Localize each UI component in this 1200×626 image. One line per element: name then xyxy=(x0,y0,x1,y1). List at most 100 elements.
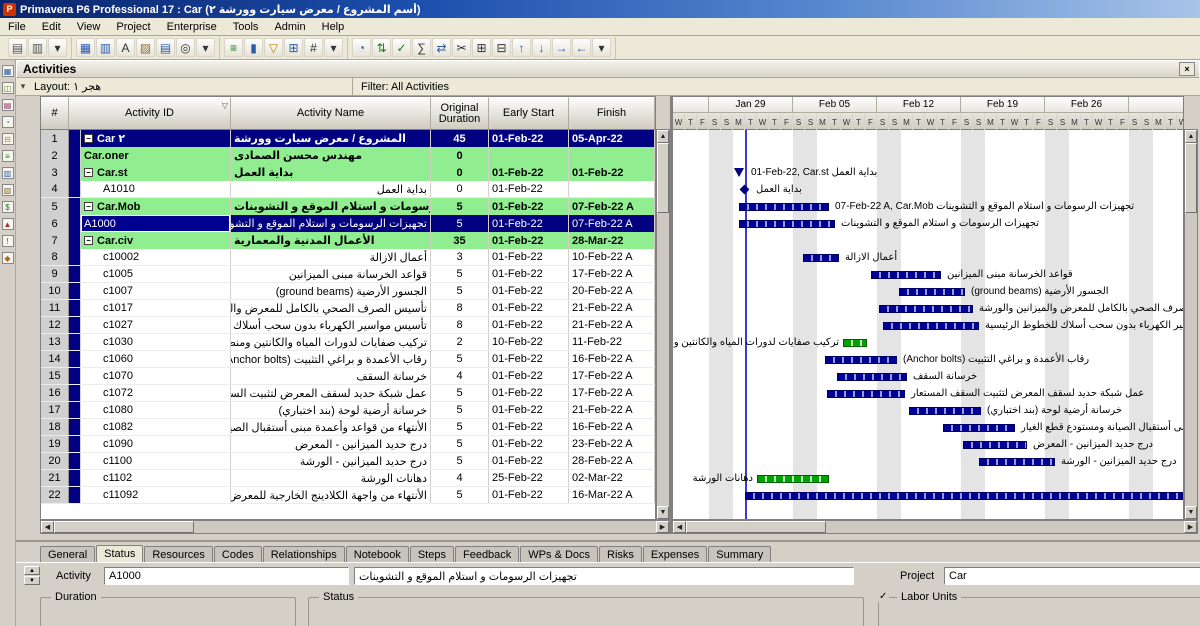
table-row-21[interactable]: 21c1102دهانات الورشة425-Feb-2202-Mar-22 xyxy=(41,470,655,487)
table-vertical-scrollbar[interactable]: ▲ ▼ xyxy=(656,129,670,520)
early-start-cell[interactable]: 01-Feb-22 xyxy=(489,402,569,418)
original-duration-cell[interactable]: 5 xyxy=(431,351,489,367)
column-header-col-finish[interactable]: Finish xyxy=(569,97,655,129)
record-spinner[interactable]: ▲ ▼ xyxy=(24,566,40,585)
collapse-icon[interactable]: − xyxy=(84,134,93,143)
activity-name-cell[interactable]: عمل شبكة حديد لسقف المعرض لتثبيت السقف ا… xyxy=(231,385,431,401)
table-row-8[interactable]: 8c10002أعمال الازالة301-Feb-2210-Feb-22 … xyxy=(41,249,655,266)
early-start-cell[interactable]: 01-Feb-22 xyxy=(489,283,569,299)
original-duration-cell[interactable]: 5 xyxy=(431,453,489,469)
table-vscroll-thumb[interactable] xyxy=(657,143,669,213)
original-duration-cell[interactable]: 5 xyxy=(431,436,489,452)
tab-general[interactable]: General xyxy=(40,546,95,562)
table-row-5[interactable]: 5 −Car.Mobتجهيزات الرسومات و استلام الموق… xyxy=(41,198,655,215)
activity-name-cell[interactable]: تجهيزات الرسومات و استلام الموقع و التشو… xyxy=(231,198,431,215)
table-layout-icon[interactable]: ▦ xyxy=(76,38,95,57)
activity-id-cell[interactable]: Car.oner xyxy=(81,147,231,164)
table-row-22[interactable]: 22c11092الأنتهاء من واجهة الكلادينج الخا… xyxy=(41,487,655,504)
chevron-down-icon[interactable]: ▾ xyxy=(16,81,30,92)
finish-cell[interactable]: 07-Feb-22 A xyxy=(569,198,655,215)
activity-id-cell[interactable]: c10002 xyxy=(81,249,231,265)
activity-name-cell[interactable]: بداية العمل xyxy=(231,164,431,181)
original-duration-cell[interactable]: 3 xyxy=(431,249,489,265)
tab-relationships[interactable]: Relationships xyxy=(263,546,345,562)
finish-cell[interactable]: 11-Feb-22 xyxy=(569,334,655,350)
gantt-bar[interactable] xyxy=(871,271,941,279)
gantt-bar[interactable] xyxy=(757,475,829,483)
fill-color-icon[interactable]: ▨ xyxy=(136,38,155,57)
activity-id-field[interactable] xyxy=(104,567,349,585)
table-row-13[interactable]: 13c1030تركيب صفايات لدورات المياه والكان… xyxy=(41,334,655,351)
sidebar-issues-icon[interactable]: ! xyxy=(2,235,14,247)
table-row-18[interactable]: 18c1082الأنتهاء من قواعد وأعمدة مبنى أست… xyxy=(41,419,655,436)
tab-codes[interactable]: Codes xyxy=(214,546,262,562)
table-row-15[interactable]: 15c1070خرسانة السقف401-Feb-2217-Feb-22 A xyxy=(41,368,655,385)
gantt-hscroll-thumb[interactable] xyxy=(686,521,826,533)
original-duration-cell[interactable]: 5 xyxy=(431,419,489,435)
column-header-col-early-start[interactable]: Early Start xyxy=(489,97,569,129)
gantt-bar[interactable] xyxy=(739,220,835,228)
scroll-left-icon[interactable]: ◀ xyxy=(673,521,686,533)
early-start-cell[interactable]: 01-Feb-22 xyxy=(489,300,569,316)
gantt-bar[interactable] xyxy=(879,305,973,313)
original-duration-cell[interactable]: 5 xyxy=(431,266,489,282)
activity-id-cell[interactable]: c1070 xyxy=(81,368,231,384)
activity-name-cell[interactable]: الأنتهاء من واجهة الكلادينج الخارجية للم… xyxy=(231,487,431,503)
activity-name-field[interactable] xyxy=(354,567,854,585)
gantt-bar[interactable] xyxy=(739,203,829,211)
tab-wps-docs[interactable]: WPs & Docs xyxy=(520,546,598,562)
table-hscroll-thumb[interactable] xyxy=(54,521,194,533)
bars-icon[interactable]: ≡ xyxy=(224,38,243,57)
early-start-cell[interactable]: 01-Feb-22 xyxy=(489,266,569,282)
activity-name-cell[interactable]: رقاب الأعمدة و براغي التثبيت (Anchor bol… xyxy=(231,351,431,367)
scroll-down-icon[interactable]: ▼ xyxy=(657,506,669,519)
finish-cell[interactable]: 20-Feb-22 A xyxy=(569,283,655,299)
activity-id-cell[interactable]: c1017 xyxy=(81,300,231,316)
gantt-timescale-header[interactable]: Jan 29Feb 05Feb 12Feb 19Feb 26WTFSSMTWTF… xyxy=(673,97,1183,130)
table-row-11[interactable]: 11c1017تأسيس الصرف الصحي بالكامل للمعرض … xyxy=(41,300,655,317)
early-start-cell[interactable]: 01-Feb-22 xyxy=(489,436,569,452)
milestone-diamond-icon[interactable] xyxy=(740,185,750,195)
original-duration-cell[interactable]: 5 xyxy=(431,283,489,299)
activity-name-cell[interactable]: الأنتهاء من قواعد وأعمدة مبنى أستقبال ال… xyxy=(231,419,431,435)
group-sort-icon[interactable]: ⊞ xyxy=(284,38,303,57)
paste-icon[interactable]: ⊟ xyxy=(492,38,511,57)
activity-name-cell[interactable]: قواعد الخرسانة مبنى الميزانين xyxy=(231,266,431,282)
menu-item-file[interactable]: File xyxy=(0,19,34,35)
activity-name-cell[interactable]: بداية العمل xyxy=(231,181,431,197)
activity-name-cell[interactable]: درج حديد الميزانين - الورشة xyxy=(231,453,431,469)
project-field[interactable] xyxy=(944,567,1200,585)
activity-id-cell[interactable]: −Car.Mob xyxy=(81,198,231,215)
original-duration-cell[interactable]: 5 xyxy=(431,385,489,401)
activity-id-cell[interactable]: c1007 xyxy=(81,283,231,299)
original-duration-cell[interactable]: 8 xyxy=(431,317,489,333)
activity-name-cell[interactable]: خرسانة أرضية لوحة (بند اختباري) xyxy=(231,402,431,418)
activity-name-cell[interactable]: خرسانة السقف xyxy=(231,368,431,384)
early-start-cell[interactable]: 25-Feb-22 xyxy=(489,470,569,486)
collapse-icon[interactable]: − xyxy=(84,168,93,177)
scroll-down-icon[interactable]: ▼ xyxy=(1185,506,1197,519)
tab-notebook[interactable]: Notebook xyxy=(346,546,409,562)
early-start-cell[interactable]: 01-Feb-22 xyxy=(489,249,569,265)
original-duration-cell[interactable]: 5 xyxy=(431,198,489,215)
menu-item-enterprise[interactable]: Enterprise xyxy=(159,19,225,35)
original-duration-cell[interactable]: 5 xyxy=(431,215,489,232)
column-header-col-number[interactable]: # xyxy=(41,97,69,129)
table-row-1[interactable]: 1−Car ٢المشروع / معرض سيارت وورشة4501-Fe… xyxy=(41,130,655,147)
tab-resources[interactable]: Resources xyxy=(144,546,213,562)
outdent-icon[interactable]: ← xyxy=(572,38,591,57)
early-start-cell[interactable]: 01-Feb-22 xyxy=(489,317,569,333)
gantt-bar[interactable] xyxy=(837,373,907,381)
activity-name-cell[interactable]: تأسيس الصرف الصحي بالكامل للمعرض والميزا… xyxy=(231,300,431,316)
gantt-bar[interactable] xyxy=(883,322,979,330)
table-row-19[interactable]: 19c1090درج حديد الميزانين - المعرض501-Fe… xyxy=(41,436,655,453)
tab-feedback[interactable]: Feedback xyxy=(455,546,519,562)
table-row-6[interactable]: 6A1000تجهيزات الرسومات و استلام الموقع و… xyxy=(41,215,655,232)
menu-item-edit[interactable]: Edit xyxy=(34,19,69,35)
sidebar-tracking-icon[interactable]: ◔ xyxy=(2,116,14,128)
scroll-left-icon[interactable]: ◀ xyxy=(41,521,54,533)
original-duration-cell[interactable]: 4 xyxy=(431,470,489,486)
original-duration-cell[interactable]: 0 xyxy=(431,181,489,197)
activity-name-cell[interactable]: الجسور الأرضية (ground beams) xyxy=(231,283,431,299)
collapse-icon[interactable]: − xyxy=(84,202,93,211)
